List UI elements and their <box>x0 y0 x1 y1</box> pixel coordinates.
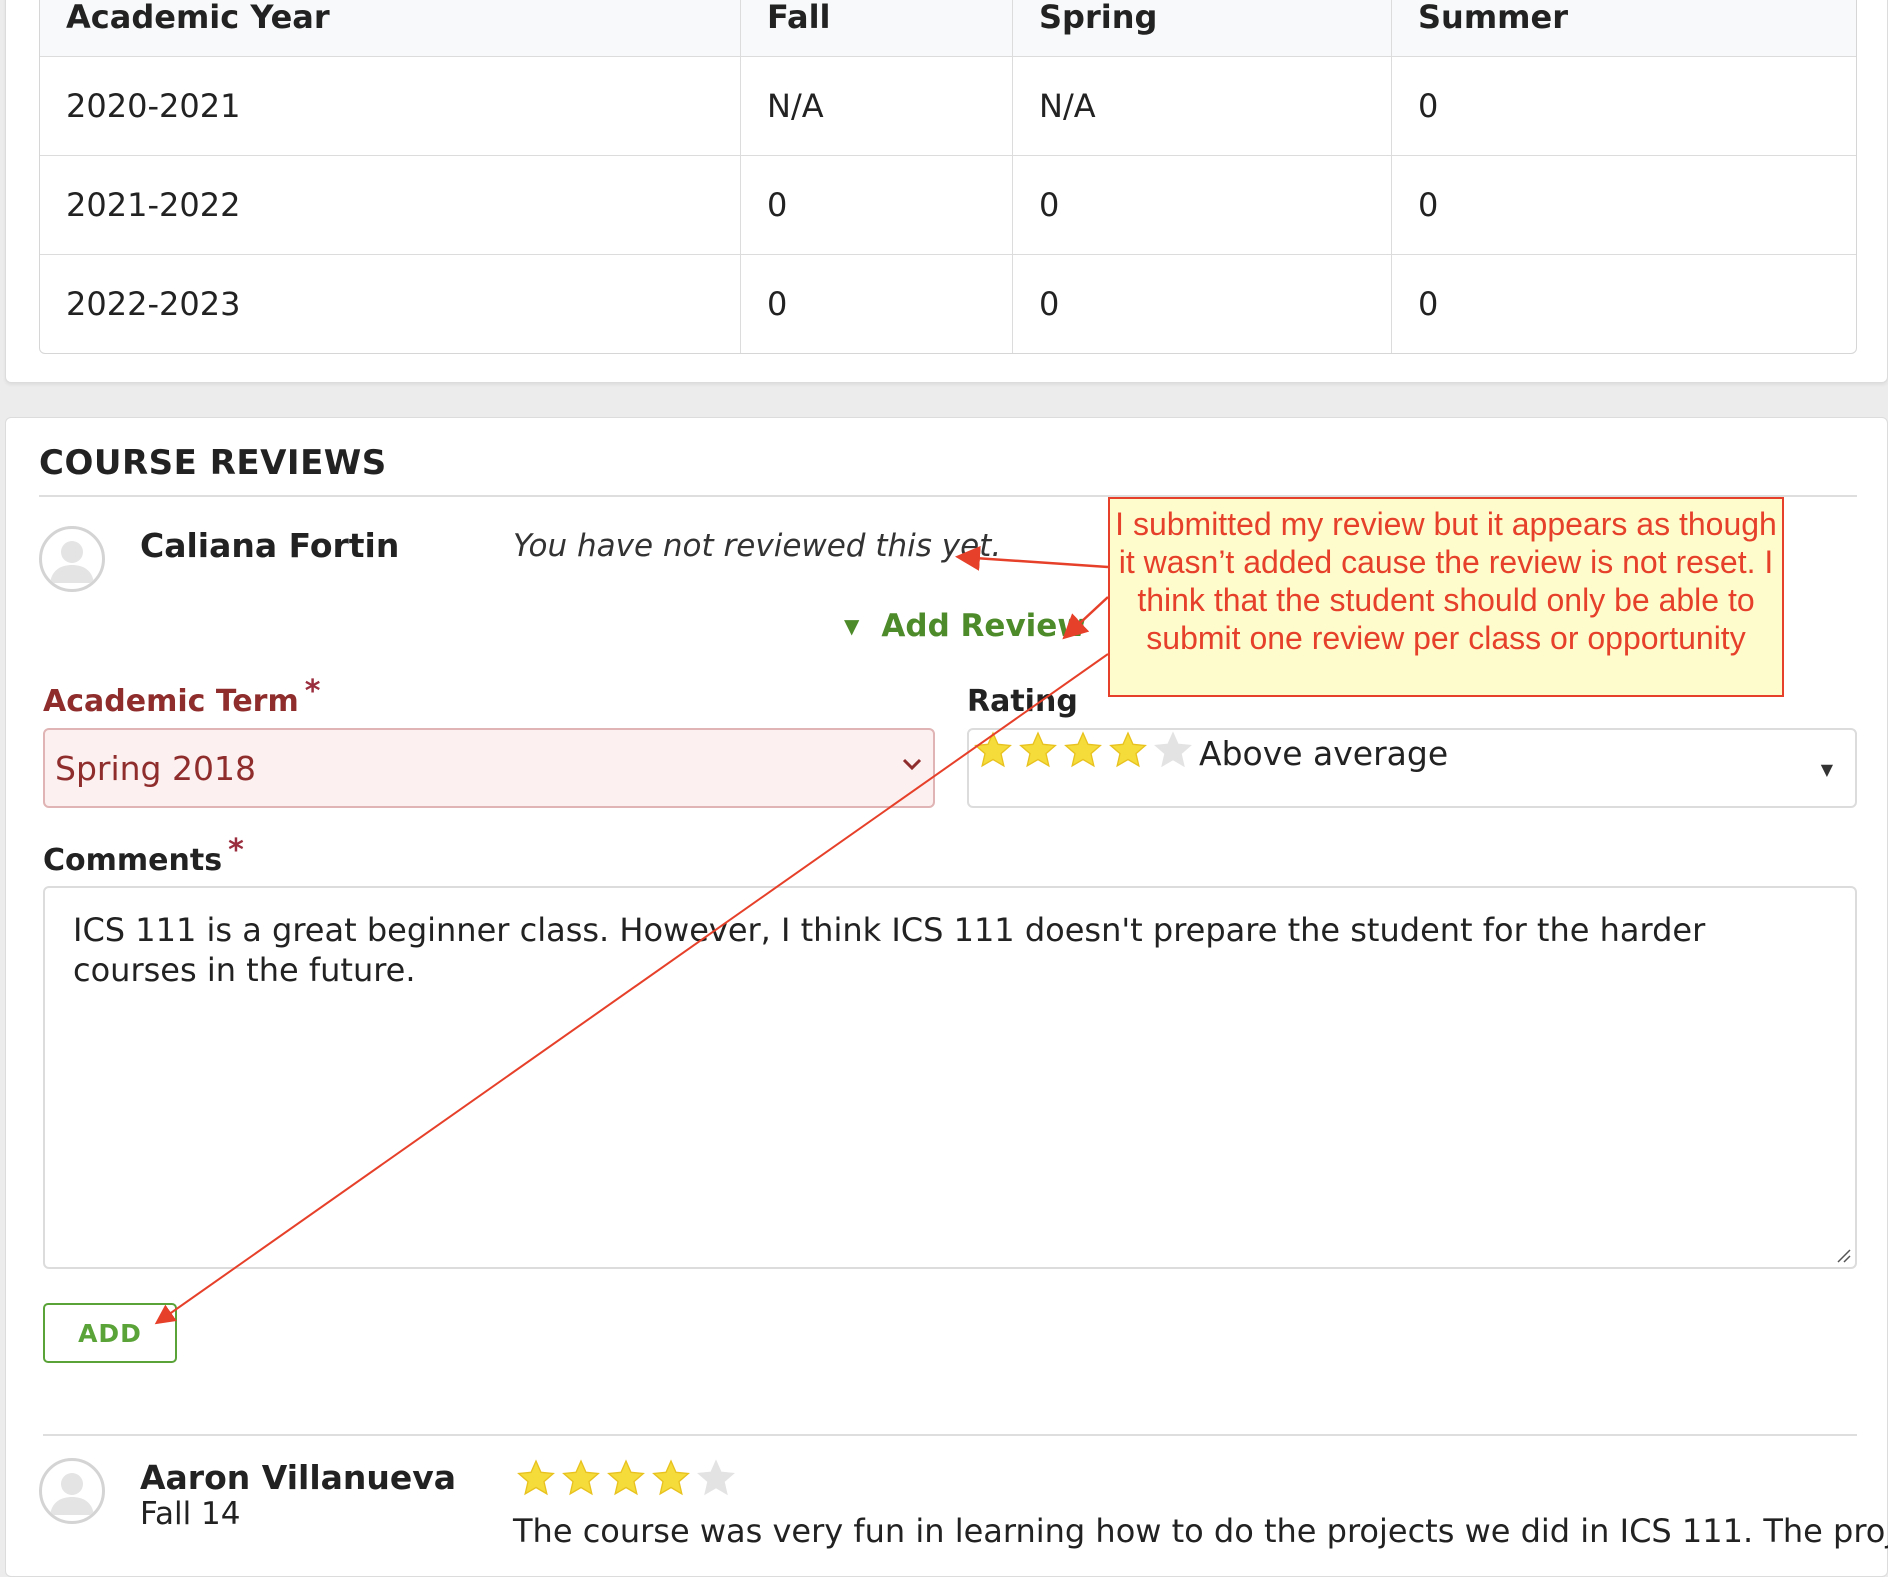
table-cell: 2022-2023 <box>66 285 241 323</box>
star-filled-icon <box>562 1459 600 1496</box>
table-row: 2021-2022 0 0 0 <box>40 155 1856 254</box>
comments-value: ICS 111 is a great beginner class. Howev… <box>73 911 1706 989</box>
comments-textarea[interactable]: ICS 111 is a great beginner class. Howev… <box>43 886 1857 1269</box>
star-filled-icon <box>1019 731 1057 768</box>
star-filled-icon <box>1064 731 1102 768</box>
review-status-text: You have not reviewed this yet. <box>513 528 1002 564</box>
table-row: 2020-2021 N/A N/A 0 <box>40 56 1856 155</box>
review-text: The course was very fun in learning how … <box>513 1512 1888 1550</box>
table-cell: 0 <box>1012 255 1391 353</box>
dropdown-caret-icon: ▼ <box>1820 760 1833 779</box>
rating-select[interactable]: Above average ▼ <box>967 728 1857 808</box>
table-cell: N/A <box>1012 57 1391 155</box>
rating-value-text: Above average <box>1199 734 1449 773</box>
academic-term-select[interactable]: Spring 2018 <box>43 728 935 808</box>
star-empty-icon <box>697 1459 735 1496</box>
table-cell: N/A <box>740 57 1012 155</box>
add-review-toggle[interactable]: ▼ Add Review <box>844 608 1086 644</box>
avatar <box>39 1458 105 1524</box>
reviewer-name: Aaron Villanueva <box>140 1458 457 1497</box>
column-header-fall: Fall <box>740 0 1012 56</box>
review-term: Fall 14 <box>140 1496 241 1532</box>
user-icon <box>50 1473 94 1515</box>
enrollment-card: Academic Year Fall Spring Summer 2020-20… <box>5 0 1888 383</box>
star-empty-icon <box>1154 731 1192 768</box>
academic-term-value: Spring 2018 <box>55 748 256 788</box>
caret-down-icon: ▼ <box>844 614 860 638</box>
table-cell: 2020-2021 <box>66 87 241 125</box>
table-cell: 2021-2022 <box>66 186 241 224</box>
enrollment-table: Academic Year Fall Spring Summer 2020-20… <box>39 0 1857 354</box>
column-header-academic-year: Academic Year <box>66 0 330 36</box>
user-icon <box>50 541 94 583</box>
resize-handle-icon[interactable] <box>1836 1248 1852 1264</box>
table-cell: 0 <box>740 156 1012 254</box>
comments-label: Comments * <box>43 833 244 878</box>
section-title: COURSE REVIEWS <box>39 443 387 483</box>
rating-stars[interactable] <box>973 730 1198 770</box>
star-filled-icon <box>517 1459 555 1496</box>
table-cell: 0 <box>1012 156 1391 254</box>
star-filled-icon <box>652 1459 690 1496</box>
table-cell: 0 <box>1391 57 1856 155</box>
avatar <box>39 526 105 592</box>
rating-label: Rating <box>967 684 1078 719</box>
column-header-summer: Summer <box>1391 0 1856 56</box>
review-rating-stars <box>516 1458 741 1498</box>
academic-term-label: Academic Term * <box>43 674 320 719</box>
table-header-row: Academic Year Fall Spring Summer <box>40 0 1856 56</box>
reviewer-name: Caliana Fortin <box>140 526 400 565</box>
add-review-label: Add Review <box>881 608 1086 644</box>
annotation-callout: I submitted my review but it appears as … <box>1108 497 1784 697</box>
academic-term-label-text: Academic Term <box>43 684 299 719</box>
table-row: 2022-2023 0 0 0 <box>40 254 1856 353</box>
divider <box>43 1434 1857 1436</box>
table-cell: 0 <box>740 255 1012 353</box>
table-cell: 0 <box>1391 255 1856 353</box>
required-marker: * <box>304 674 321 709</box>
chevron-down-icon <box>902 758 922 771</box>
star-filled-icon <box>607 1459 645 1496</box>
add-button[interactable]: ADD <box>43 1303 177 1363</box>
star-filled-icon <box>974 731 1012 768</box>
column-header-spring: Spring <box>1012 0 1391 56</box>
comments-label-text: Comments <box>43 843 223 878</box>
required-marker: * <box>228 833 244 868</box>
star-filled-icon <box>1109 731 1147 768</box>
table-cell: 0 <box>1391 156 1856 254</box>
